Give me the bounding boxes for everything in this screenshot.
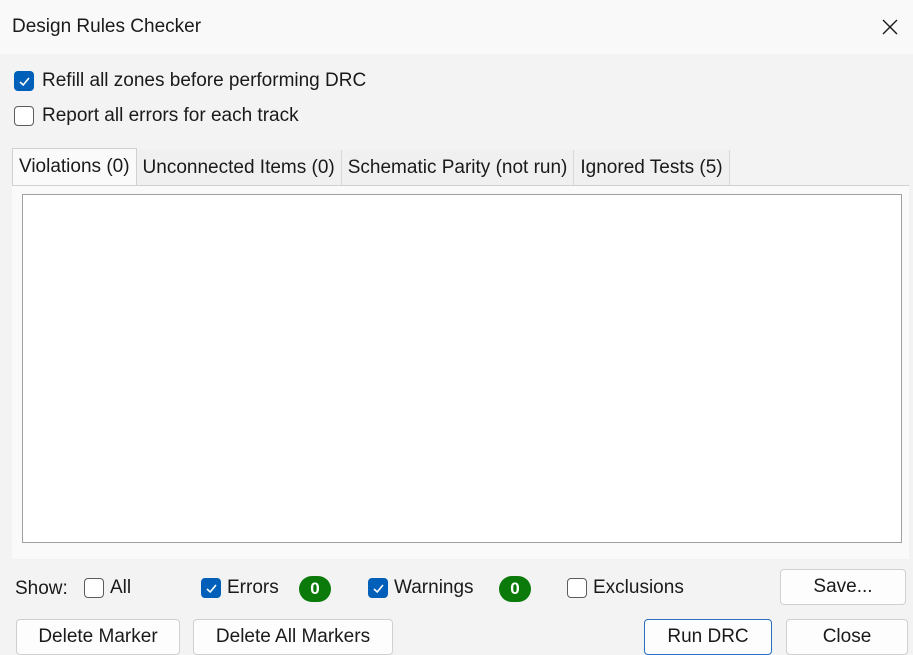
checkmark-icon — [18, 76, 30, 86]
close-window-button[interactable] — [867, 0, 913, 54]
close-button[interactable]: Close — [786, 619, 908, 655]
refill-zones-checkbox[interactable] — [14, 71, 34, 91]
filter-all-checkbox[interactable] — [84, 578, 104, 598]
errors-count-badge: 0 — [299, 576, 331, 602]
delete-all-markers-button[interactable]: Delete All Markers — [193, 619, 393, 655]
filter-all[interactable]: All — [84, 577, 131, 599]
filter-warnings[interactable]: Warnings — [368, 577, 474, 599]
report-all-errors-label: Report all errors for each track — [42, 105, 299, 126]
filter-warnings-label: Warnings — [394, 577, 474, 598]
results-tabs: Violations (0) Unconnected Items (0) Sch… — [12, 148, 730, 186]
refill-zones-label: Refill all zones before performing DRC — [42, 70, 367, 91]
tab-ignored-tests[interactable]: Ignored Tests (5) — [574, 150, 730, 186]
show-label: Show: — [15, 578, 68, 599]
filter-errors-label: Errors — [227, 577, 279, 598]
title-bar: Design Rules Checker — [0, 0, 913, 54]
window-title: Design Rules Checker — [12, 16, 202, 37]
filter-errors-checkbox[interactable] — [201, 578, 221, 598]
tab-violations[interactable]: Violations (0) — [12, 148, 137, 185]
report-all-errors-checkbox[interactable] — [14, 106, 34, 126]
close-icon — [882, 19, 898, 35]
filter-all-label: All — [110, 577, 132, 598]
checkmark-icon — [205, 583, 217, 593]
filter-errors[interactable]: Errors — [201, 577, 279, 599]
violations-list[interactable] — [22, 194, 902, 543]
save-button[interactable]: Save... — [780, 569, 906, 605]
tab-unconnected-items[interactable]: Unconnected Items (0) — [136, 150, 342, 186]
checkmark-icon — [372, 583, 384, 593]
filter-warnings-checkbox[interactable] — [368, 578, 388, 598]
severity-filter-row: Show: All Errors 0 Warnings 0 Exclusions — [0, 574, 913, 604]
filter-exclusions-label: Exclusions — [593, 577, 684, 598]
report-all-errors-option[interactable]: Report all errors for each track — [14, 105, 299, 127]
tab-schematic-parity[interactable]: Schematic Parity (not run) — [341, 150, 575, 186]
refill-zones-option[interactable]: Refill all zones before performing DRC — [14, 70, 366, 92]
delete-marker-button[interactable]: Delete Marker — [16, 619, 180, 655]
filter-exclusions[interactable]: Exclusions — [567, 577, 684, 599]
filter-exclusions-checkbox[interactable] — [567, 578, 587, 598]
run-drc-button[interactable]: Run DRC — [644, 619, 772, 655]
warnings-count-badge: 0 — [499, 576, 531, 602]
